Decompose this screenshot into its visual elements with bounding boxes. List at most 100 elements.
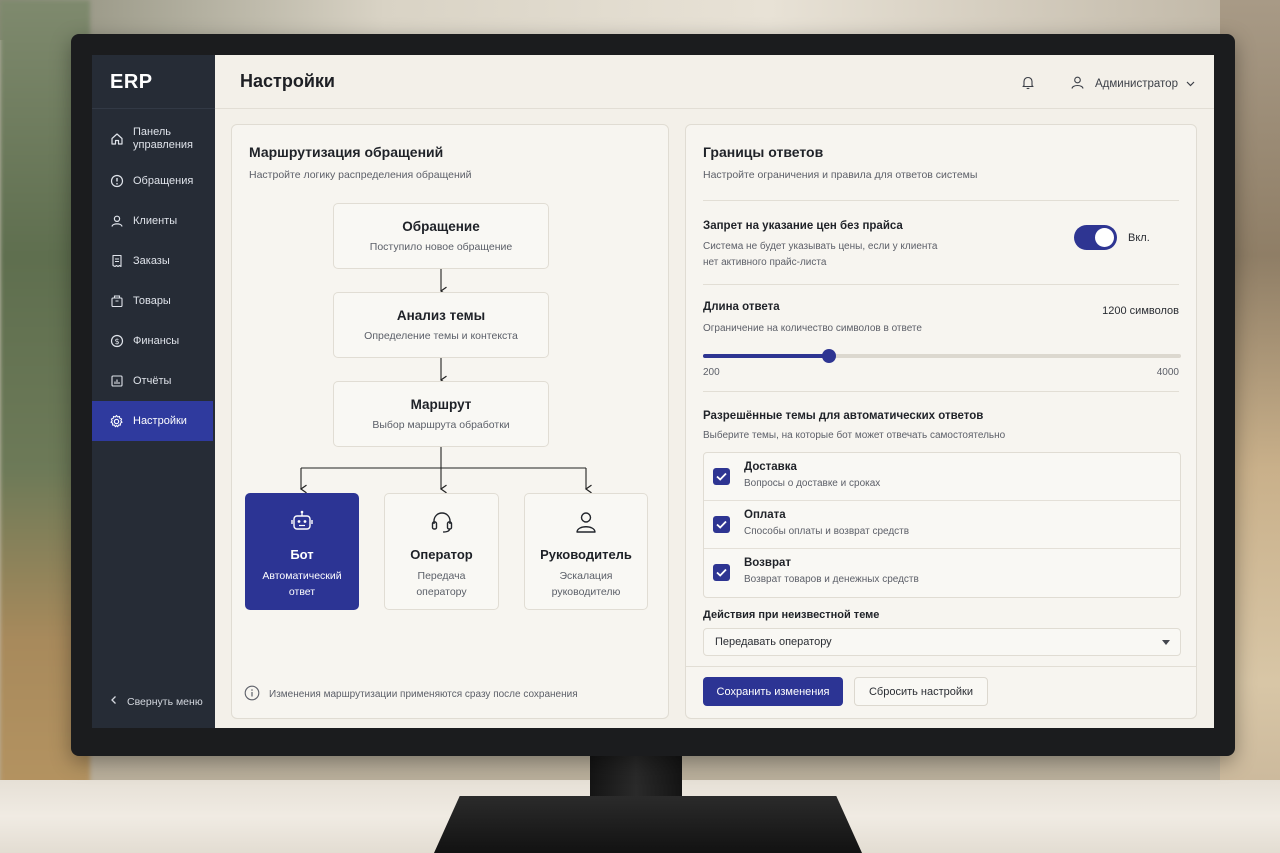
sidebar-item-label: Обращения [133, 174, 194, 187]
route-option-subtitle: Передача оператору [416, 570, 467, 598]
info-icon [244, 685, 260, 704]
sidebar-item-requests[interactable]: Обращения [92, 161, 215, 201]
main-content: Настройки Администратор Маршрутизация об… [215, 55, 1214, 728]
chevron-left-icon [109, 695, 119, 708]
robot-icon [246, 509, 358, 539]
routing-card: Маршрутизация обращений Настройте логику… [231, 124, 669, 719]
alert-circle-icon [109, 174, 124, 189]
route-option-title: Бот [290, 547, 314, 562]
toggle-knob [1095, 228, 1114, 247]
receipt-icon [109, 254, 124, 269]
checkbox[interactable] [713, 468, 730, 485]
topic-item-delivery[interactable]: Доставка Вопросы о доставке и сроках [704, 453, 1180, 501]
sidebar-nav: Панель управления Обращения Клиенты Зака… [92, 109, 215, 441]
length-label: Длина ответа [703, 301, 780, 313]
route-option-bot[interactable]: Бот Автоматический ответ [245, 493, 359, 610]
gear-icon [109, 414, 124, 429]
divider [703, 391, 1179, 392]
route-option-manager[interactable]: Руководитель Эскалация руководителю [524, 493, 648, 610]
length-value: 1200 символов [1102, 305, 1179, 317]
route-option-title: Руководитель [540, 547, 632, 562]
topic-desc: Способы оплаты и возврат средств [744, 526, 910, 537]
sidebar-item-settings[interactable]: Настройки [92, 401, 213, 441]
sidebar-item-orders[interactable]: Заказы [92, 241, 215, 281]
dollar-icon: $ [109, 334, 124, 349]
price-rule-toggle[interactable] [1074, 225, 1117, 250]
divider [686, 666, 1196, 667]
length-desc: Ограничение на количество символов в отв… [703, 323, 922, 334]
sidebar-item-label: Финансы [133, 334, 180, 347]
unknown-topic-select[interactable]: Передавать оператору [703, 628, 1181, 656]
user-name: Администратор [1095, 78, 1178, 90]
price-rule-label: Запрет на указание цен без прайса [703, 220, 903, 232]
sidebar-item-label: Настройки [133, 414, 187, 427]
app-logo[interactable]: ERP [92, 55, 215, 109]
check-icon [716, 568, 727, 577]
sidebar-item-label: Заказы [133, 254, 170, 267]
sidebar-item-finance[interactable]: $ Финансы [92, 321, 215, 361]
flow-step-subtitle: Поступило новое обращение [369, 241, 513, 253]
checkbox[interactable] [713, 564, 730, 581]
topics-list: Доставка Вопросы о доставке и сроках Опл… [703, 452, 1181, 598]
limits-subtitle: Настройте ограничения и правила для отве… [703, 169, 978, 181]
flow-step-subtitle: Выбор маршрута обработки [372, 419, 510, 431]
topic-desc: Вопросы о доставке и сроках [744, 478, 881, 489]
length-slider[interactable] [703, 349, 1181, 363]
sidebar-item-clients[interactable]: Клиенты [92, 201, 215, 241]
chart-icon [109, 374, 124, 389]
collapse-menu-label: Свернуть меню [127, 695, 203, 708]
sidebar-item-dashboard[interactable]: Панель управления [92, 117, 215, 161]
flow-step-title: Обращение [402, 219, 480, 234]
route-option-operator[interactable]: Оператор Передача оператору [384, 493, 499, 610]
topics-label: Разрешённые темы для автоматических отве… [703, 410, 984, 422]
topics-desc: Выберите темы, на которые бот может отве… [703, 430, 1006, 441]
headset-icon [385, 509, 498, 539]
chevron-down-icon [1186, 78, 1195, 90]
user-menu[interactable]: Администратор [1070, 75, 1195, 93]
checkbox[interactable] [713, 516, 730, 533]
topic-title: Оплата [744, 509, 786, 521]
routing-note-text: Изменения маршрутизации применяются сраз… [269, 689, 578, 700]
sidebar-item-reports[interactable]: Отчёты [92, 361, 215, 401]
reset-button[interactable]: Сбросить настройки [854, 677, 988, 706]
box-icon [109, 294, 124, 309]
route-option-subtitle: Эскалация руководителю [551, 570, 621, 598]
user-icon [109, 214, 124, 229]
app-screen: ERP Панель управления Обращения Клиенты [92, 55, 1214, 728]
price-rule-state: Вкл. [1128, 232, 1150, 244]
bell-icon[interactable] [1021, 75, 1035, 95]
check-icon [716, 520, 727, 529]
limits-card: Границы ответов Настройте ограничения и … [685, 124, 1197, 719]
sidebar: ERP Панель управления Обращения Клиенты [92, 55, 215, 728]
topic-title: Возврат [744, 557, 792, 569]
sidebar-item-products[interactable]: Товары [92, 281, 215, 321]
topic-item-payment[interactable]: Оплата Способы оплаты и возврат средств [704, 501, 1180, 549]
routing-note: Изменения маршрутизации применяются сраз… [244, 685, 578, 704]
topic-item-return[interactable]: Возврат Возврат товаров и денежных средс… [704, 549, 1180, 597]
save-button[interactable]: Сохранить изменения [703, 677, 843, 706]
monitor-base [434, 796, 862, 853]
page-title: Настройки [240, 71, 335, 91]
collapse-menu-button[interactable]: Свернуть меню [109, 695, 203, 708]
length-min: 200 [703, 367, 720, 378]
topic-desc: Возврат товаров и денежных средств [744, 574, 919, 585]
sidebar-item-label: Клиенты [133, 214, 178, 227]
flow-step-route[interactable]: Маршрут Выбор маршрута обработки [333, 381, 549, 447]
route-option-subtitle: Автоматический ответ [262, 570, 342, 598]
slider-fill [703, 354, 829, 358]
slider-thumb[interactable] [821, 349, 836, 363]
topbar: Настройки Администратор [215, 55, 1214, 109]
limits-title: Границы ответов [703, 144, 824, 160]
check-icon [716, 472, 727, 481]
home-icon [109, 132, 124, 147]
flow-step-request[interactable]: Обращение Поступило новое обращение [333, 203, 549, 269]
unknown-topic-label: Действия при неизвестной теме [703, 609, 880, 621]
flow-step-subtitle: Определение темы и контекста [364, 330, 518, 342]
divider [703, 200, 1179, 201]
person-icon [525, 509, 647, 539]
route-option-title: Оператор [410, 547, 473, 562]
price-rule-desc-line2: нет активного прайс-листа [703, 257, 827, 268]
flow-step-title: Маршрут [410, 397, 472, 412]
svg-text:$: $ [114, 337, 119, 346]
flow-step-analysis[interactable]: Анализ темы Определение темы и контекста [333, 292, 549, 358]
